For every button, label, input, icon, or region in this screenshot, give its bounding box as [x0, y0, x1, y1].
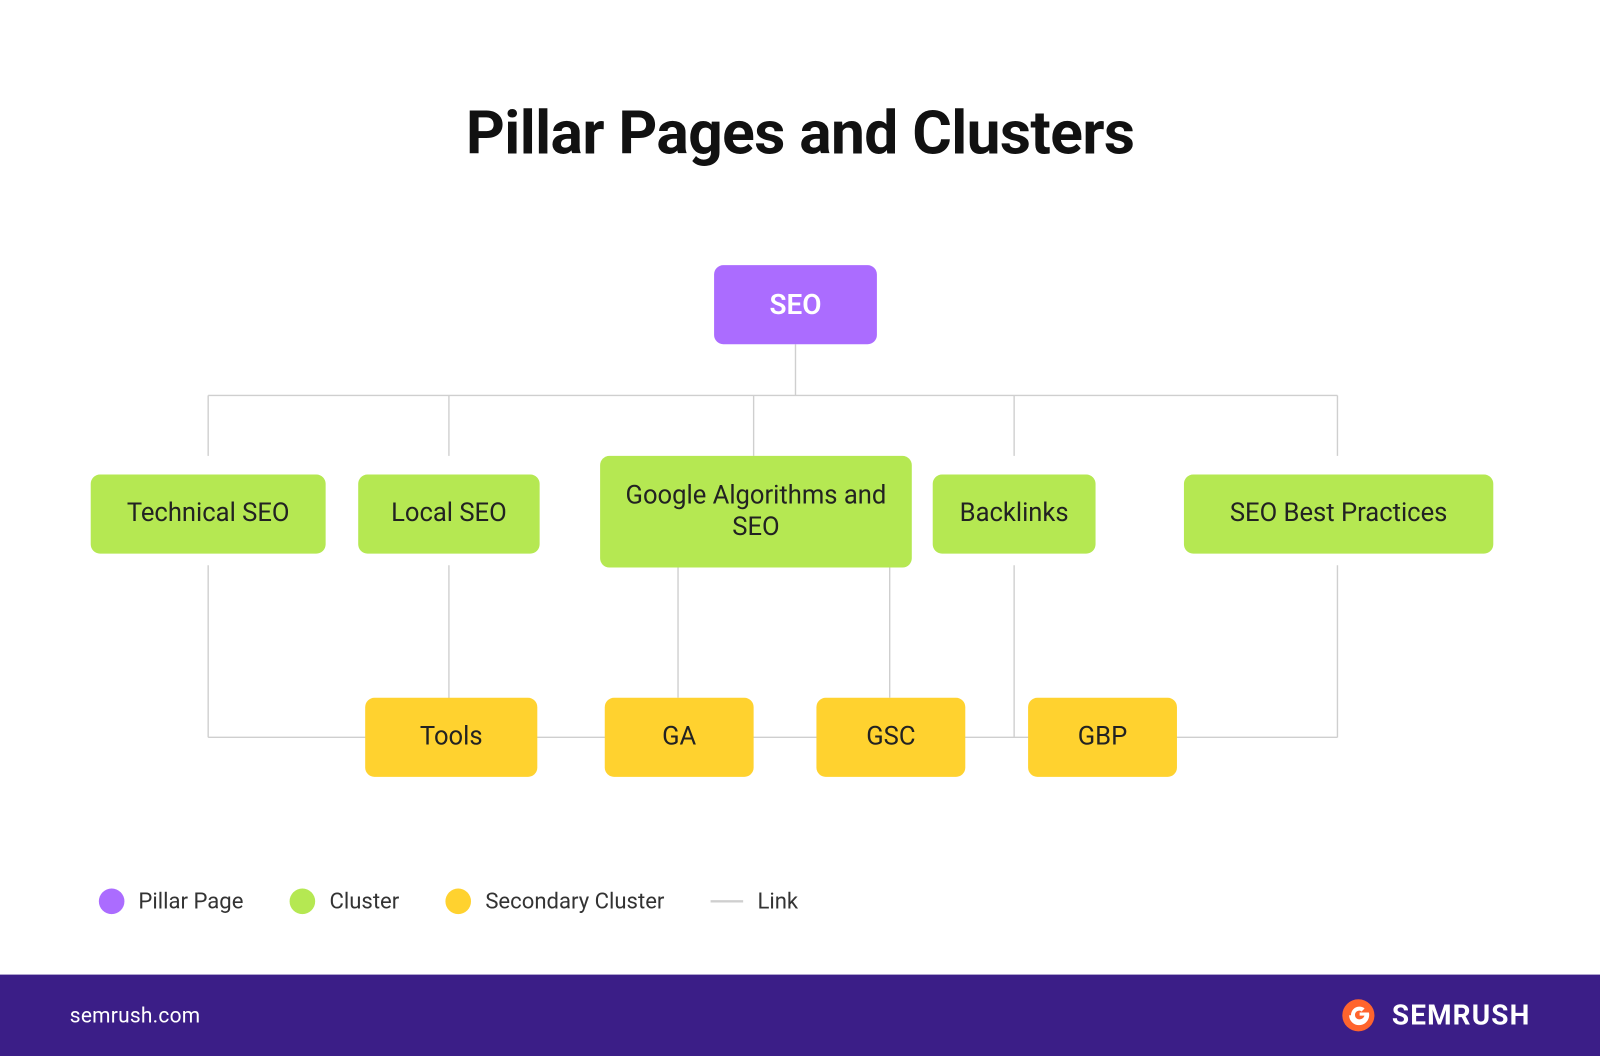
- cluster-node-local-seo: Local SEO: [358, 475, 539, 554]
- cluster-node-google-algorithms: Google Algorithms and SEO: [600, 456, 912, 568]
- cluster-label: Backlinks: [960, 498, 1069, 530]
- cluster-node-technical-seo: Technical SEO: [91, 475, 326, 554]
- pillar-label: SEO: [769, 287, 821, 322]
- legend-item-pillar: Pillar Page: [99, 887, 244, 914]
- cluster-label: Google Algorithms and SEO: [621, 480, 891, 544]
- legend-label: Secondary Cluster: [485, 887, 664, 914]
- legend-item-cluster: Cluster: [290, 887, 399, 914]
- cluster-label: SEO Best Practices: [1230, 498, 1447, 530]
- cluster-label: Technical SEO: [127, 498, 290, 530]
- secondary-node-tools: Tools: [365, 698, 537, 777]
- legend-label: Cluster: [329, 887, 399, 914]
- footer-url: semrush.com: [70, 1003, 201, 1027]
- cluster-label: Local SEO: [391, 498, 507, 530]
- secondary-node-gsc: GSC: [816, 698, 965, 777]
- legend-swatch-secondary: [446, 888, 472, 914]
- pillar-node-seo: SEO: [714, 265, 877, 344]
- secondary-label: GBP: [1078, 721, 1128, 753]
- legend-label: Pillar Page: [138, 887, 243, 914]
- secondary-node-gbp: GBP: [1028, 698, 1177, 777]
- legend-swatch-cluster: [290, 888, 316, 914]
- legend: Pillar Page Cluster Secondary Cluster Li…: [99, 887, 798, 914]
- legend-swatch-link: [711, 900, 744, 902]
- legend-item-secondary: Secondary Cluster: [446, 887, 665, 914]
- legend-swatch-pillar: [99, 888, 125, 914]
- legend-label: Link: [757, 887, 798, 914]
- cluster-node-seo-best-practices: SEO Best Practices: [1184, 475, 1493, 554]
- semrush-logo-icon: [1338, 996, 1378, 1036]
- brand-lockup: SEMRUSH: [1338, 996, 1530, 1036]
- cluster-node-backlinks: Backlinks: [933, 475, 1096, 554]
- secondary-label: Tools: [420, 721, 483, 753]
- secondary-node-ga: GA: [605, 698, 754, 777]
- footer-bar: semrush.com SEMRUSH: [0, 975, 1600, 1056]
- legend-item-link: Link: [711, 887, 798, 914]
- secondary-label: GA: [662, 721, 696, 753]
- brand-name: SEMRUSH: [1392, 999, 1531, 1032]
- secondary-label: GSC: [866, 721, 915, 753]
